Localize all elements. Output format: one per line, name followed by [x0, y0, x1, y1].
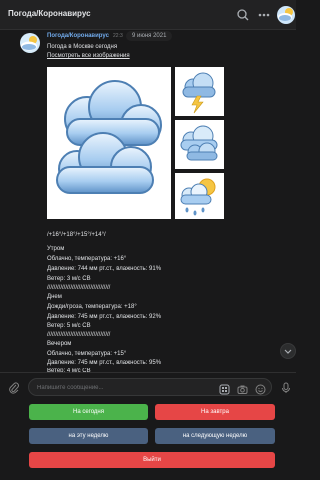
- divider: //////////////////////////////////////: [47, 285, 111, 291]
- date-pill: 9 июня 2021: [126, 31, 173, 41]
- microphone-icon[interactable]: [281, 381, 291, 393]
- this-week-button[interactable]: на эту неделю: [29, 428, 148, 444]
- day-wind: Ветер: 5 м/с СВ: [47, 323, 91, 329]
- divider: //////////////////////////////////////: [47, 332, 111, 338]
- sender-name[interactable]: Погода/Коронавирус: [47, 33, 109, 39]
- weather-image-clouds[interactable]: [175, 120, 224, 169]
- day-pressure: Давление: 745 мм рт.ст., влажность: 92%: [47, 314, 162, 320]
- sender-avatar[interactable]: [20, 33, 40, 53]
- message-composer: [0, 372, 296, 400]
- view-all-images-link[interactable]: Посмотреть все изображения: [47, 53, 130, 59]
- community-avatar[interactable]: [277, 6, 295, 24]
- morning-description: Облачно, температура: +16°: [47, 256, 127, 262]
- exit-button[interactable]: Выйти: [29, 452, 275, 468]
- today-button[interactable]: На сегодня: [29, 404, 148, 420]
- chat-title[interactable]: Погода/Коронавирус: [8, 9, 91, 18]
- camera-icon[interactable]: [237, 382, 248, 394]
- message-input[interactable]: [37, 382, 212, 393]
- message-time: 22:3: [113, 33, 123, 39]
- weather-image-sun-rain[interactable]: [175, 173, 224, 219]
- next-week-button[interactable]: на следующую неделю: [155, 428, 275, 444]
- day-description: Дожди/гроза, температура: +18°: [47, 304, 137, 310]
- day-label: Днем: [47, 294, 62, 300]
- weather-image-cloudy[interactable]: [47, 67, 171, 219]
- search-icon[interactable]: [236, 8, 250, 22]
- evening-pressure: Давление: 745 мм рт.ст., влажность: 95%: [47, 360, 162, 366]
- morning-pressure: Давление: 744 мм рт.ст., влажность: 91%: [47, 266, 162, 272]
- smile-icon[interactable]: [255, 382, 266, 395]
- morning-wind: Ветер: 3 м/с СВ: [47, 276, 91, 282]
- scroll-down-button[interactable]: [280, 343, 296, 359]
- morning-label: Утром: [47, 246, 65, 252]
- tomorrow-button[interactable]: На завтра: [155, 404, 275, 420]
- chat-header: Погода/Коронавирус: [0, 0, 296, 30]
- temperature-summary: /+16°/+18°/+15°/+14°/: [47, 232, 106, 238]
- message-input-wrapper: [28, 378, 272, 396]
- weather-image-storm[interactable]: [175, 67, 224, 116]
- keyboard-icon[interactable]: [219, 382, 230, 395]
- paperclip-icon[interactable]: [8, 381, 20, 394]
- more-icon[interactable]: [257, 8, 271, 22]
- evening-label: Вечером: [47, 341, 72, 347]
- message-title: Погода в Москве сегодня: [47, 44, 118, 50]
- evening-description: Облачно, температура: +15°: [47, 351, 127, 357]
